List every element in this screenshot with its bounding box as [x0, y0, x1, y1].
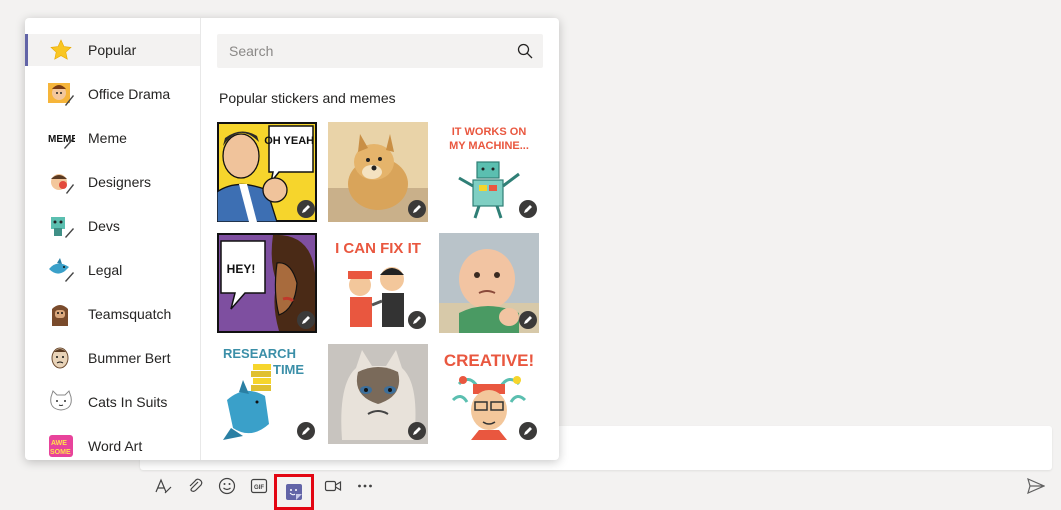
meet-now-icon[interactable] — [320, 474, 346, 498]
category-label: Teamsquatch — [88, 306, 172, 322]
sticker-button-highlight[interactable] — [274, 474, 314, 510]
cats-in-suits-icon — [47, 389, 75, 415]
sticker-hey[interactable]: HEY! — [217, 233, 317, 333]
teamsquatch-icon — [47, 301, 75, 327]
sticker-icon — [286, 484, 302, 500]
format-icon[interactable] — [150, 474, 176, 498]
category-label: Designers — [88, 174, 152, 190]
sticker-research-time[interactable]: RESEARCH TIME — [217, 344, 317, 444]
send-icon[interactable] — [1025, 476, 1047, 496]
edit-pencil-icon[interactable] — [408, 422, 426, 440]
svg-text:MEME: MEME — [48, 134, 75, 145]
sticker-creative[interactable]: CREATIVE! — [439, 344, 539, 444]
designers-icon — [47, 169, 75, 195]
category-designers[interactable]: Designers — [25, 166, 200, 198]
category-label: Office Drama — [88, 86, 171, 102]
sticker-search-input[interactable] — [217, 34, 507, 68]
category-label: Bummer Bert — [88, 350, 171, 366]
category-word-art[interactable]: AWE SOME Word Art — [25, 430, 200, 460]
edit-pencil-icon[interactable] — [519, 422, 537, 440]
office-drama-icon — [47, 81, 75, 107]
edit-pencil-icon[interactable] — [297, 200, 315, 218]
word-art-icon: AWE SOME — [47, 433, 75, 459]
category-office-drama[interactable]: Office Drama — [25, 78, 200, 110]
sticker-grumpy-cat[interactable] — [328, 344, 428, 444]
category-label: Devs — [88, 218, 120, 234]
attach-icon[interactable] — [182, 474, 208, 498]
svg-text:AWE: AWE — [51, 440, 67, 447]
category-label: Legal — [88, 262, 123, 278]
category-cats-in-suits[interactable]: Cats In Suits — [25, 386, 200, 418]
star-icon — [47, 37, 75, 63]
category-label: Cats In Suits — [88, 394, 168, 410]
sticker-doge[interactable] — [328, 122, 428, 222]
category-devs[interactable]: Devs — [25, 210, 200, 242]
search-icon — [517, 43, 533, 59]
category-label: Meme — [88, 130, 127, 146]
sticker-success-kid[interactable] — [439, 233, 539, 333]
sticker-i-can-fix-it[interactable]: I CAN FIX IT — [328, 233, 428, 333]
category-label: Popular — [88, 42, 137, 58]
edit-pencil-icon[interactable] — [408, 200, 426, 218]
devs-icon — [47, 213, 75, 239]
category-teamsquatch[interactable]: Teamsquatch — [25, 298, 200, 330]
compose-toolbar: GIF — [150, 474, 384, 510]
bummer-bert-icon — [47, 345, 75, 371]
edit-pencil-icon[interactable] — [519, 311, 537, 329]
sticker-caption: OH YEAH! — [264, 135, 317, 147]
svg-text:SOME: SOME — [50, 449, 71, 456]
section-title: Popular stickers and memes — [219, 90, 396, 106]
edit-pencil-icon[interactable] — [519, 200, 537, 218]
sticker-category-sidebar: Popular Office Drama MEME Meme Designers… — [25, 18, 201, 460]
sticker-caption: HEY! — [227, 262, 256, 276]
meme-icon: MEME — [47, 125, 75, 151]
sticker-search-box — [217, 34, 543, 68]
category-meme[interactable]: MEME Meme — [25, 122, 200, 154]
more-options-icon[interactable] — [352, 474, 378, 498]
category-legal[interactable]: Legal — [25, 254, 200, 286]
edit-pencil-icon[interactable] — [297, 422, 315, 440]
legal-shark-icon — [47, 257, 75, 283]
category-bummer-bert[interactable]: Bummer Bert — [25, 342, 200, 374]
category-label: Word Art — [88, 438, 143, 454]
sticker-picker-popup: Popular Office Drama MEME Meme Designers… — [25, 18, 559, 460]
sticker-caption: I CAN FIX IT — [335, 240, 421, 257]
emoji-icon[interactable] — [214, 474, 240, 498]
sticker-it-works-on-my-machine[interactable]: IT WORKS ON MY MACHINE... — [439, 122, 539, 222]
category-popular[interactable]: Popular — [25, 34, 200, 66]
edit-pencil-icon[interactable] — [297, 311, 315, 329]
gif-icon[interactable]: GIF — [246, 474, 272, 498]
gif-label: GIF — [254, 485, 264, 491]
sticker-oh-yeah[interactable]: OH YEAH! — [217, 122, 317, 222]
edit-pencil-icon[interactable] — [408, 311, 426, 329]
sticker-caption: CREATIVE! — [444, 351, 534, 370]
